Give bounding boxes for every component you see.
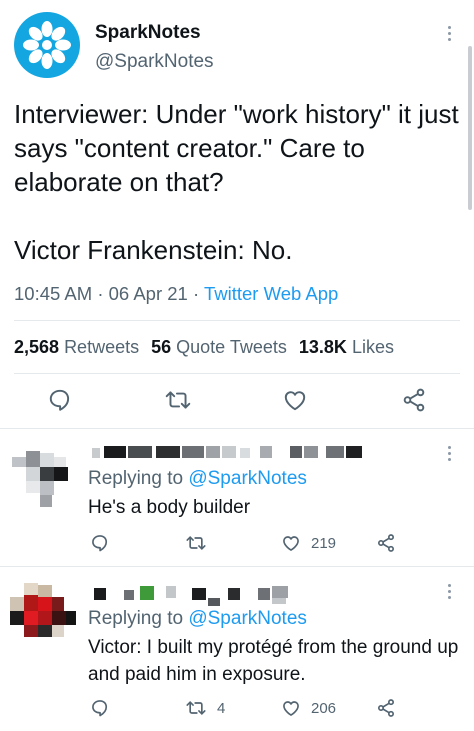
- tweet-action-bar: [0, 385, 474, 419]
- more-options-icon[interactable]: [446, 26, 452, 44]
- tweet-date: 06 Apr 21: [108, 283, 188, 304]
- like-icon: [284, 391, 306, 411]
- quote-count: 56: [151, 337, 172, 357]
- author-name[interactable]: SparkNotes: [95, 22, 201, 44]
- reply-icon: [49, 389, 70, 411]
- reply-icon: [92, 535, 108, 552]
- retweet-icon: [186, 701, 206, 715]
- share-icon: [378, 534, 394, 552]
- tweet-time: 10:45 AM: [14, 283, 93, 304]
- reply-like-button[interactable]: 219: [281, 533, 336, 553]
- likes-label: Likes: [351, 337, 394, 357]
- retweets-stat[interactable]: 2,568 Retweets: [14, 337, 139, 357]
- like-icon: [283, 701, 299, 716]
- sparknotes-avatar[interactable]: [14, 12, 80, 78]
- tweet-meta: 10:45 AM · 06 Apr 21 · Twitter Web App: [14, 283, 338, 305]
- likes-stat[interactable]: 13.8K Likes: [299, 337, 394, 357]
- tweet-text: Interviewer: Under "work history" it jus…: [14, 99, 459, 265]
- replying-to-mention[interactable]: @SparkNotes: [188, 608, 307, 629]
- reply-share-button[interactable]: [376, 698, 396, 718]
- main-tweet: SparkNotes @SparkNotes Interviewer: Unde…: [0, 0, 474, 428]
- meta-separator: ·: [97, 283, 104, 304]
- like-icon: [283, 536, 299, 551]
- more-options-icon[interactable]: [446, 584, 452, 602]
- retweet-icon: [186, 536, 206, 550]
- reply-tweet[interactable]: Replying to @SparkNotes Victor: I built …: [0, 567, 474, 731]
- retweets-label: Retweets: [64, 337, 140, 357]
- quote-label: Quote Tweets: [176, 337, 287, 357]
- replying-to-label: Replying to: [88, 468, 184, 489]
- more-options-icon[interactable]: [446, 446, 452, 464]
- quote-tweets-stat[interactable]: 56 Quote Tweets: [151, 337, 287, 357]
- share-icon: [403, 388, 425, 412]
- divider: [14, 320, 460, 321]
- tweet-stats: 2,568 Retweets 56 Quote Tweets 13.8K Likes: [14, 337, 394, 358]
- reply-button[interactable]: [45, 385, 75, 415]
- likes-count: 13.8K: [298, 337, 347, 357]
- replying-to-label: Replying to: [88, 608, 184, 629]
- replying-to: Replying to @SparkNotes: [88, 468, 307, 490]
- retweet-button[interactable]: [163, 385, 193, 415]
- reply-reply-button[interactable]: [90, 533, 110, 553]
- share-icon: [378, 699, 394, 717]
- reply-retweet-button[interactable]: [185, 533, 217, 553]
- share-button[interactable]: [399, 385, 429, 415]
- reply-like-button[interactable]: 206: [281, 698, 336, 718]
- reply-share-button[interactable]: [376, 533, 396, 553]
- reply-tweet[interactable]: Replying to @SparkNotes He's a body buil…: [0, 429, 474, 565]
- like-button[interactable]: [280, 385, 310, 415]
- like-count: 206: [311, 699, 337, 717]
- tweet-source-app[interactable]: Twitter Web App: [204, 283, 338, 304]
- retweet-count: 4: [217, 699, 226, 717]
- replying-to: Replying to @SparkNotes: [88, 608, 307, 630]
- retweet-icon: [165, 391, 191, 409]
- reply-reply-button[interactable]: [90, 698, 110, 718]
- replying-to-mention[interactable]: @SparkNotes: [188, 468, 307, 489]
- retweets-count: 2,568: [14, 337, 60, 357]
- author-handle[interactable]: @SparkNotes: [95, 51, 214, 73]
- reply-text: He's a body builder: [88, 497, 251, 518]
- meta-separator: ·: [192, 283, 200, 304]
- reply-icon: [92, 700, 108, 717]
- like-count: 219: [311, 534, 337, 552]
- reply-text: Victor: I built my protégé from the grou…: [88, 637, 459, 685]
- sparknotes-logo-icon: [23, 21, 71, 69]
- reply-retweet-button[interactable]: 4: [185, 698, 225, 718]
- divider: [14, 373, 460, 374]
